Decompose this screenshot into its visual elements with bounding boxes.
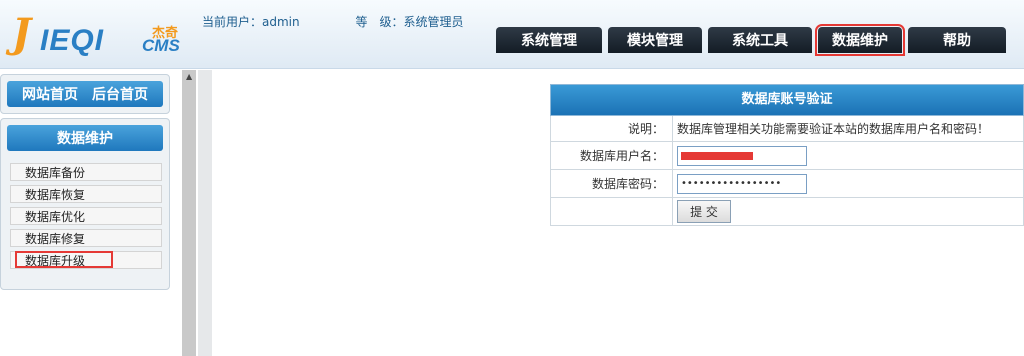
menu-item-db-upgrade[interactable]: 数据库升级 xyxy=(10,251,162,269)
form-row-submit: 提 交 xyxy=(550,198,1024,226)
sidebar-section-title: 数据维护 xyxy=(7,125,163,151)
sidebar-scrollbar[interactable] xyxy=(182,70,196,356)
note-label: 说明： xyxy=(551,116,673,141)
form-row-note: 说明： 数据库管理相关功能需要验证本站的数据库用户名和密码！ xyxy=(550,116,1024,142)
header: J IEQI 杰奇 CMS 当前用户：admin 等 级：系统管理员 系统管理 … xyxy=(0,0,1024,69)
current-user: 当前用户：admin xyxy=(202,15,300,29)
menu-item-db-backup[interactable]: 数据库备份 xyxy=(10,163,162,181)
note-text: 数据库管理相关功能需要验证本站的数据库用户名和密码！ xyxy=(677,122,990,136)
logo-text: IEQI xyxy=(40,24,105,57)
menu-item-db-optimize[interactable]: 数据库优化 xyxy=(10,207,162,225)
top-nav: 系统管理 模块管理 系统工具 数据维护 帮助 xyxy=(496,24,1012,56)
redacted-username xyxy=(681,151,753,160)
sidebar-top-links: 网站首页 后台首页 xyxy=(7,81,163,107)
form-row-username: 数据库用户名： xyxy=(550,142,1024,170)
nav-module-manage[interactable]: 模块管理 xyxy=(608,27,702,53)
user-info: 当前用户：admin 等 级：系统管理员 xyxy=(202,13,515,30)
username-input[interactable] xyxy=(677,145,807,166)
nav-system-manage[interactable]: 系统管理 xyxy=(496,27,602,53)
logo-j-glyph: J xyxy=(12,10,31,57)
nav-help[interactable]: 帮助 xyxy=(908,27,1006,53)
password-label: 数据库密码： xyxy=(551,170,673,197)
highlight-box xyxy=(15,251,113,268)
site-logo[interactable]: J IEQI 杰奇 CMS xyxy=(10,10,180,58)
submit-row-spacer xyxy=(551,198,673,225)
frame-divider xyxy=(198,70,212,356)
username-label: 数据库用户名： xyxy=(551,142,673,169)
link-site-home[interactable]: 网站首页 xyxy=(22,84,78,104)
form-row-password: 数据库密码： ••••••••••••••••• xyxy=(550,170,1024,198)
nav-data-maintenance[interactable]: 数据维护 xyxy=(815,24,905,56)
logo-cms-text: CMS xyxy=(142,36,180,55)
menu-item-db-repair[interactable]: 数据库修复 xyxy=(10,229,162,247)
link-admin-home[interactable]: 后台首页 xyxy=(92,84,148,104)
sidebar-menu-box: 数据维护 数据库备份 数据库恢复 数据库优化 数据库修复 数据库升级 xyxy=(0,118,170,290)
nav-system-tools[interactable]: 系统工具 xyxy=(708,27,812,53)
password-input[interactable]: ••••••••••••••••• xyxy=(677,173,807,194)
db-auth-form: 数据库账号验证 说明： 数据库管理相关功能需要验证本站的数据库用户名和密码！ 数… xyxy=(550,84,1024,226)
menu-item-db-restore[interactable]: 数据库恢复 xyxy=(10,185,162,203)
sidebar-top-box: 网站首页 后台首页 xyxy=(0,74,170,114)
sidebar: 网站首页 后台首页 数据维护 数据库备份 数据库恢复 数据库优化 数据库修复 数… xyxy=(0,70,182,356)
form-title: 数据库账号验证 xyxy=(550,84,1024,116)
user-level: 等 级：系统管理员 xyxy=(355,15,464,29)
scroll-up-arrow-icon[interactable]: ▲ xyxy=(186,72,192,81)
submit-button[interactable]: 提 交 xyxy=(677,200,731,223)
